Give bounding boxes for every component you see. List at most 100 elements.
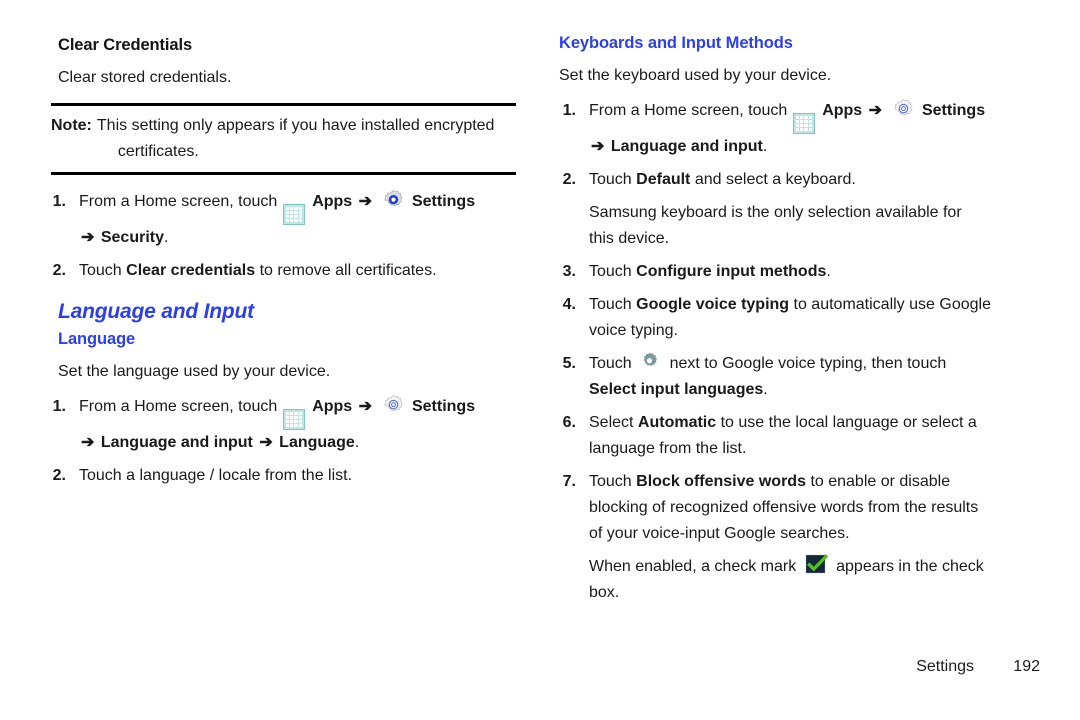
step-continuation-2: of your voice-input Google searches.: [589, 525, 850, 542]
voice-settings-gear-icon: [639, 351, 662, 373]
step-lead-text: Touch: [589, 473, 632, 490]
arrow-icon: ➔: [81, 434, 95, 451]
select-input-languages-label: Select input languages: [589, 381, 764, 398]
apps-grid-cells: [795, 116, 812, 131]
right-column: Keyboards and Input Methods Set the keyb…: [555, 30, 1025, 720]
google-voice-typing-label: Google voice typing: [636, 296, 790, 313]
step-text: From a Home screen, touch Apps ➔ Setting…: [79, 394, 515, 456]
automatic-label: Automatic: [637, 414, 717, 431]
language-intro: Set the language used by your device.: [58, 363, 331, 380]
step-number: 2.: [52, 467, 66, 484]
period: .: [164, 229, 169, 246]
step-item: 7. Touch Block offensive words to enable…: [555, 469, 1025, 547]
apps-grid-icon: [282, 409, 305, 430]
settings-gear-outline-icon: [892, 98, 915, 120]
step-lead-text: From a Home screen, touch: [79, 398, 278, 415]
step-number: 4.: [562, 296, 576, 313]
step-continuation: voice typing.: [589, 322, 678, 339]
manual-page: Clear Credentials Clear stored credentia…: [0, 0, 1080, 720]
period: .: [762, 138, 768, 155]
step-text: Touch a language / locale from the list.: [79, 467, 353, 484]
step-text: Touch Configure input methods.: [589, 259, 1025, 285]
note-label: Note:: [51, 117, 92, 134]
step-lead-text: Touch: [589, 296, 632, 313]
subparagraph-text: Samsung keyboard is the only selection a…: [589, 200, 1025, 252]
language-and-input-heading: Language and Input: [58, 300, 254, 323]
language-subheading: Language: [58, 330, 136, 348]
step-subparagraph: Samsung keyboard is the only selection a…: [555, 200, 1025, 252]
step-item: 2. Touch a language / locale from the li…: [45, 463, 515, 489]
subparagraph-line2: this device.: [589, 230, 670, 247]
note-text: This setting only appears if you have in…: [97, 113, 516, 165]
keyboards-and-input-methods-heading: Keyboards and Input Methods: [559, 34, 793, 52]
step-item: 1. From a Home screen, touch Apps ➔ Sett…: [45, 189, 515, 251]
footer-section-label: Settings: [916, 658, 974, 675]
period: .: [763, 381, 768, 398]
default-label: Default: [636, 171, 691, 188]
note-text-line2: certificates.: [117, 143, 199, 160]
enabled-note: When enabled, a check mark appears in th…: [555, 554, 1025, 606]
clear-credentials-intro: Clear stored credentials.: [58, 69, 232, 86]
apps-grid-icon: [282, 204, 305, 225]
step-tail-text: to use the local language or select a: [720, 414, 977, 431]
arrow-icon: ➔: [591, 138, 605, 155]
step-number: 1.: [52, 398, 66, 415]
step-number: 7.: [562, 473, 576, 490]
apps-grid-icon: [792, 113, 815, 134]
arrow-icon: ➔: [259, 434, 273, 451]
clear-credentials-heading: Clear Credentials: [58, 36, 193, 54]
page-footer: Settings 192: [0, 658, 1080, 720]
step-tail-text: to remove all certificates.: [259, 262, 437, 279]
step-number: 5.: [562, 355, 576, 372]
left-column: Clear Credentials Clear stored credentia…: [45, 30, 516, 720]
period: .: [354, 434, 360, 451]
step-continuation: ➔ Language and input.: [589, 134, 1025, 160]
enabled-note-lead: When enabled, a check mark: [589, 558, 797, 575]
keyboards-steps: 1. From a Home screen, touch Apps ➔ Sett…: [555, 98, 1025, 606]
note-rule-bottom: [51, 172, 516, 175]
enabled-note-text: When enabled, a check mark appears in th…: [589, 554, 1025, 606]
step-continuation: language from the list.: [589, 440, 747, 457]
step-number: 2.: [562, 171, 576, 188]
step-lead-text: Touch: [589, 171, 632, 188]
step-item: 2. Touch Default and select a keyboard.: [555, 167, 1025, 193]
footer-inner: Settings 192: [916, 658, 1040, 676]
clear-credentials-label: Clear credentials: [126, 262, 256, 279]
arrow-icon: ➔: [81, 229, 95, 246]
step-tail-text: to automatically use Google: [793, 296, 991, 313]
enabled-note-continuation: box.: [589, 584, 620, 601]
step-tail-text: to enable or disable: [810, 473, 951, 490]
step-number: 2.: [52, 262, 66, 279]
note-text-line1: This setting only appears if you have in…: [96, 117, 495, 134]
step-tail-text: and select a keyboard.: [694, 171, 856, 188]
enabled-note-tail: appears in the check: [836, 558, 984, 575]
settings-label: Settings: [411, 398, 476, 415]
apps-label: Apps: [822, 102, 863, 119]
step-lead-text: Touch: [589, 263, 632, 280]
step-mid-text: next to Google voice typing, then touch: [669, 355, 947, 372]
note-block: Note: This setting only appears if you h…: [51, 103, 516, 175]
step-number: 1.: [52, 193, 66, 210]
step-text: Touch Clear credentials to remove all ce…: [79, 258, 515, 284]
step-continuation: Select input languages.: [589, 377, 1025, 403]
step-item: 1. From a Home screen, touch Apps ➔ Sett…: [555, 98, 1025, 160]
settings-label: Settings: [411, 193, 476, 210]
step-text: Touch Default and select a keyboard.: [589, 167, 1025, 193]
step-text: Touch Google voice typing to automatical…: [589, 292, 1025, 344]
step-lead-text: From a Home screen, touch: [589, 102, 788, 119]
step-item: 4. Touch Google voice typing to automati…: [555, 292, 1025, 344]
settings-gear-filled-icon: [382, 189, 405, 211]
apps-label: Apps: [312, 398, 353, 415]
period: .: [826, 263, 831, 280]
step-number: 1.: [562, 102, 576, 119]
step-item: 5. Touch next to Google voice typing, th…: [555, 351, 1025, 403]
step-continuation: blocking of recognized offensive words f…: [589, 499, 979, 516]
arrow-icon: ➔: [358, 398, 373, 415]
checkbox-checked-icon: [805, 554, 828, 575]
step-text: From a Home screen, touch Apps ➔ Setting…: [79, 189, 515, 251]
footer-page-number: 192: [1013, 658, 1040, 675]
clear-credentials-steps: 1. From a Home screen, touch Apps ➔ Sett…: [45, 189, 515, 284]
step-text: From a Home screen, touch Apps ➔ Setting…: [589, 98, 1025, 160]
settings-label: Settings: [921, 102, 986, 119]
keyboards-intro: Set the keyboard used by your device.: [559, 67, 832, 84]
